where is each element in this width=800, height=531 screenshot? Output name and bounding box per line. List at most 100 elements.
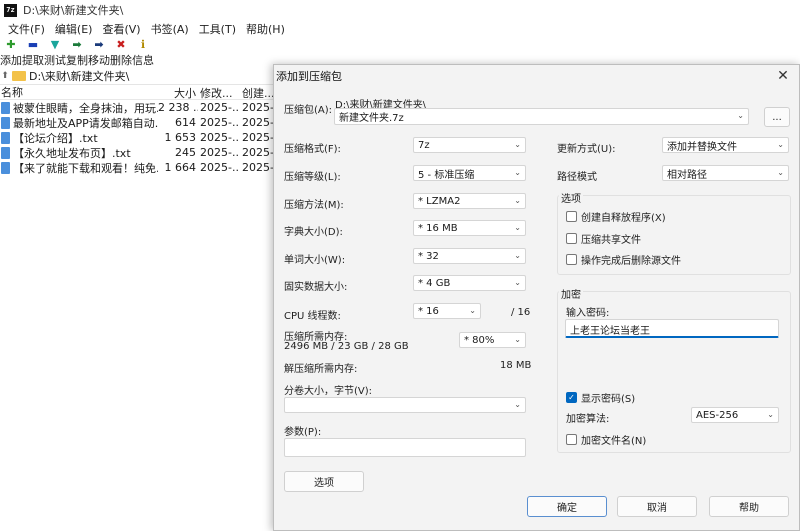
ok-button[interactable]: 确定	[527, 496, 607, 517]
menu-bookmarks[interactable]: 书签(A)	[146, 21, 194, 37]
file-list: 名称 大小 修改... 创建... 被蒙住眼睛，全身抹油，用玩... 2 238…	[0, 85, 274, 175]
window-title: D:\来财\新建文件夹\	[23, 4, 124, 17]
solid-select[interactable]: * 4 GB ⌄	[413, 275, 526, 291]
file-row[interactable]: 被蒙住眼睛，全身抹油，用玩... 2 238 ... 2025-... 2025…	[0, 100, 274, 115]
menu-tools[interactable]: 工具(T)	[194, 21, 241, 37]
menu-help[interactable]: 帮助(H)	[241, 21, 290, 37]
cancel-button[interactable]: 取消	[617, 496, 697, 517]
format-label: 压缩格式(F):	[284, 144, 341, 155]
info-icon: ℹ	[140, 38, 146, 51]
arrow-right-icon: ➡	[72, 38, 82, 51]
password-label: 输入密码:	[566, 308, 610, 319]
split-label: 分卷大小，字节(V):	[284, 386, 373, 397]
path-mode-select[interactable]: 相对路径 ⌄	[662, 165, 789, 181]
minus-icon: ▬	[27, 38, 39, 51]
path-mode-label: 路径模式	[557, 172, 597, 183]
level-label: 压缩等级(L):	[284, 172, 341, 183]
delete-source-checkbox[interactable]	[566, 254, 577, 265]
7zip-app-icon: 7z	[4, 3, 17, 17]
params-label: 参数(P):	[284, 427, 322, 438]
decomp-label: 解压缩所需内存:	[284, 364, 358, 375]
toolbar-move-button[interactable]: ➡ 移动	[88, 38, 110, 68]
split-select[interactable]: ⌄	[284, 397, 526, 413]
toolbar-test-button[interactable]: ▼ 测试	[44, 38, 66, 68]
shared-checkbox-row[interactable]: 压缩共享文件	[566, 231, 641, 246]
level-select[interactable]: 5 - 标准压缩 ⌄	[413, 165, 526, 181]
delete-source-checkbox-row[interactable]: 操作完成后删除源文件	[566, 252, 681, 267]
encryption-method-select[interactable]: AES-256 ⌄	[691, 407, 779, 423]
plus-icon: ✚	[6, 38, 16, 51]
menu-bar: 文件(F) 编辑(E) 查看(V) 书签(A) 工具(T) 帮助(H)	[0, 20, 800, 38]
file-icon	[1, 161, 10, 174]
dialog-title: 添加到压缩包	[276, 70, 342, 83]
cpu-label: CPU 线程数:	[284, 311, 341, 322]
close-icon[interactable]: ✕	[775, 68, 791, 84]
sfx-checkbox-row[interactable]: 创建自释放程序(X)	[566, 209, 666, 224]
sfx-checkbox[interactable]	[566, 211, 577, 222]
chevron-down-icon: ⌄	[767, 410, 774, 419]
mem-percent-select[interactable]: * 80% ⌄	[459, 332, 526, 348]
chevron-down-icon: ⌄	[514, 251, 521, 260]
encryption-group-title: 加密	[559, 286, 583, 301]
word-label: 单词大小(W):	[284, 255, 346, 266]
encrypt-names-checkbox[interactable]	[566, 434, 577, 445]
chevron-down-icon: ⌄	[777, 168, 784, 177]
toolbar-copy-button[interactable]: ➡ 复制	[66, 38, 88, 68]
method-select[interactable]: * LZMA2 ⌄	[413, 193, 526, 209]
column-modified[interactable]: 修改...	[198, 85, 240, 99]
dialog-title-bar: 添加到压缩包 ✕	[274, 65, 799, 87]
archive-name-combo[interactable]: 新建文件夹.7z ⌄	[334, 108, 749, 125]
file-row[interactable]: 最新地址及APP请发邮箱自动... 614 2025-... 2025-...	[0, 115, 274, 130]
menu-view[interactable]: 查看(V)	[97, 21, 145, 37]
chevron-down-icon: ⌄	[777, 140, 784, 149]
file-row[interactable]: 【来了就能下载和观看！纯免... 1 664 2025-... 2025-...	[0, 160, 274, 175]
toolbar-info-button[interactable]: ℹ 信息	[132, 38, 154, 68]
browse-button[interactable]: ...	[764, 107, 790, 127]
archive-label: 压缩包(A):	[284, 105, 333, 116]
dict-select[interactable]: * 16 MB ⌄	[413, 220, 526, 236]
password-input[interactable]: 上老王论坛当老王	[565, 319, 779, 338]
add-to-archive-dialog: 添加到压缩包 ✕ 压缩包(A): D:\来财\新建文件夹\ 新建文件夹.7z ⌄ …	[273, 64, 800, 531]
chevron-down-icon[interactable]: ⌄	[737, 111, 744, 120]
chevron-down-icon: ⌄	[469, 306, 476, 315]
file-row[interactable]: 【论坛介绍】.txt 1 653 2025-... 2025-...	[0, 130, 274, 145]
column-created[interactable]: 创建...	[240, 85, 274, 99]
update-select[interactable]: 添加并替换文件 ⌄	[662, 137, 789, 153]
toolbar-extract-button[interactable]: ▬ 提取	[22, 38, 44, 68]
address-input[interactable]: D:\来财\新建文件夹\	[29, 68, 129, 84]
chevron-down-icon: ⌄	[514, 196, 521, 205]
cpu-select[interactable]: * 16 ⌄	[413, 303, 481, 319]
file-icon	[1, 146, 10, 159]
file-row[interactable]: 【永久地址发布页】.txt 245 2025-... 2025-...	[0, 145, 274, 160]
delete-icon: ✖	[116, 38, 126, 51]
encrypt-names-checkbox-row[interactable]: 加密文件名(N)	[566, 432, 646, 447]
help-button[interactable]: 帮助	[709, 496, 789, 517]
folder-icon	[12, 70, 26, 81]
dict-label: 字典大小(D):	[284, 227, 343, 238]
format-select[interactable]: 7z ⌄	[413, 137, 526, 153]
show-password-checkbox[interactable]: ✓	[566, 392, 577, 403]
toolbar-delete-button[interactable]: ✖ 删除	[110, 38, 132, 68]
file-icon	[1, 101, 10, 114]
solid-label: 固实数据大小:	[284, 282, 348, 293]
word-select[interactable]: * 32 ⌄	[413, 248, 526, 264]
shared-checkbox[interactable]	[566, 233, 577, 244]
chevron-down-icon: ⌄	[514, 168, 521, 177]
options-button[interactable]: 选项	[284, 471, 364, 492]
params-input[interactable]	[284, 438, 526, 457]
chevron-down-icon: ⌄	[514, 140, 521, 149]
method-label: 压缩方法(M):	[284, 200, 344, 211]
address-bar: ⬆ D:\来财\新建文件夹\	[0, 67, 274, 85]
menu-file[interactable]: 文件(F)	[3, 21, 50, 37]
show-password-checkbox-row[interactable]: ✓ 显示密码(S)	[566, 390, 635, 405]
column-size[interactable]: 大小	[158, 85, 198, 99]
file-list-header: 名称 大小 修改... 创建...	[0, 85, 274, 100]
decomp-value: 18 MB	[500, 360, 532, 371]
update-label: 更新方式(U):	[557, 144, 616, 155]
toolbar-add-button[interactable]: ✚ 添加	[0, 38, 22, 68]
chevron-down-icon: ⌄	[514, 223, 521, 232]
up-folder-icon[interactable]: ⬆	[0, 71, 10, 81]
menu-edit[interactable]: 编辑(E)	[50, 21, 98, 37]
column-name[interactable]: 名称	[0, 85, 158, 99]
chevron-down-icon: ⌄	[514, 335, 521, 344]
